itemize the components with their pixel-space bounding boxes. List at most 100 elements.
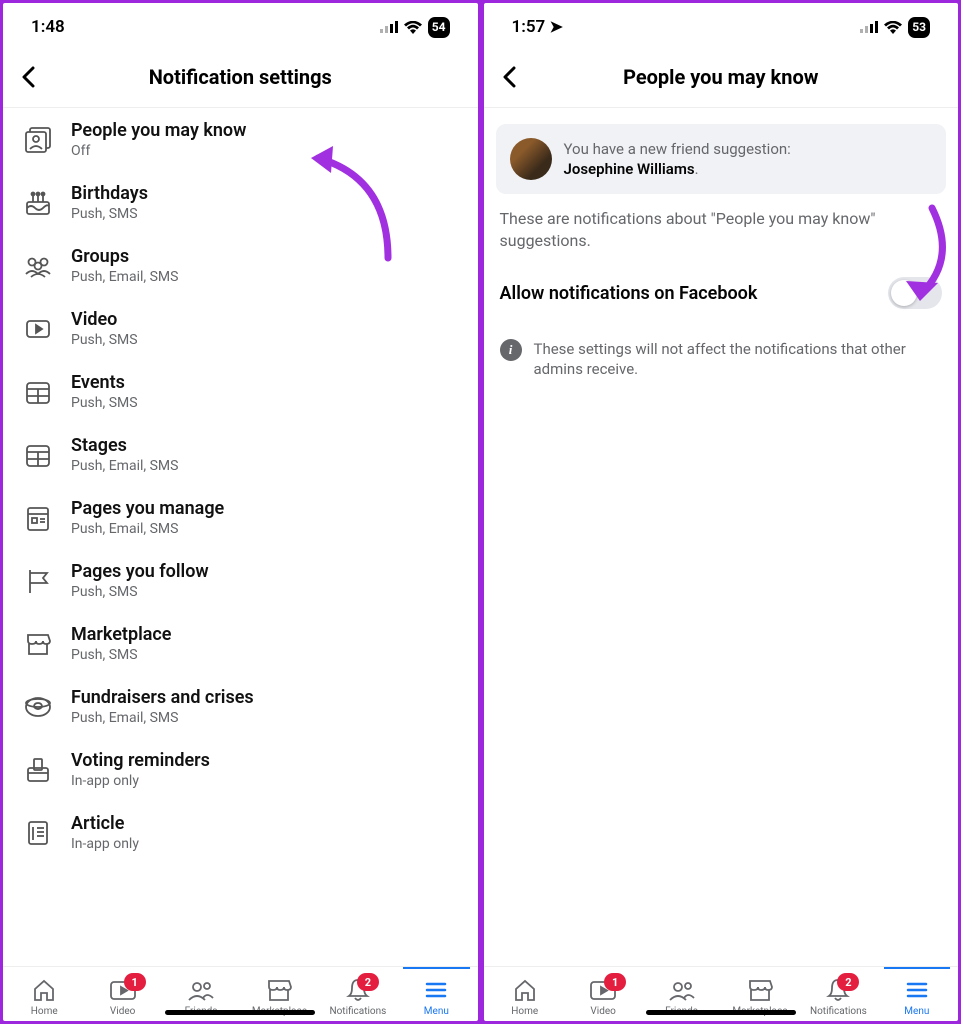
pages-manage-icon bbox=[21, 501, 55, 535]
setting-label: Groups bbox=[71, 246, 178, 267]
pages-follow-icon bbox=[21, 564, 55, 598]
info-text: These settings will not affect the notif… bbox=[534, 339, 943, 380]
setting-subtitle: Push, Email, SMS bbox=[71, 521, 224, 537]
status-bar: 1:48 54 bbox=[3, 3, 478, 47]
setting-label: Fundraisers and crises bbox=[71, 687, 254, 708]
detail-content: You have a new friend suggestion:Josephi… bbox=[484, 108, 959, 966]
suggestion-card: You have a new friend suggestion:Josephi… bbox=[496, 124, 947, 194]
fundraisers-icon bbox=[21, 690, 55, 724]
suggestion-text: You have a new friend suggestion:Josephi… bbox=[564, 139, 791, 180]
setting-subtitle: Push, SMS bbox=[71, 206, 148, 222]
article-icon bbox=[21, 816, 55, 850]
setting-subtitle: Push, Email, SMS bbox=[71, 269, 178, 285]
home-icon bbox=[512, 977, 538, 1003]
info-icon: i bbox=[500, 339, 522, 361]
marketplace-icon bbox=[746, 977, 774, 1003]
events-icon bbox=[21, 375, 55, 409]
right-screenshot: 1:57 ➤ 53 People you may know You have a… bbox=[484, 3, 959, 1021]
description-text: These are notifications about "People yo… bbox=[484, 208, 959, 265]
home-icon bbox=[31, 977, 57, 1003]
back-button[interactable] bbox=[502, 66, 516, 88]
screen-header: People you may know bbox=[484, 47, 959, 108]
nav-label: Home bbox=[511, 1006, 538, 1017]
home-indicator bbox=[165, 1010, 315, 1015]
back-button[interactable] bbox=[21, 66, 35, 88]
allow-notifications-toggle[interactable] bbox=[888, 277, 942, 309]
setting-subtitle: Push, SMS bbox=[71, 395, 138, 411]
header-title: People you may know bbox=[500, 65, 943, 89]
setting-subtitle: Push, SMS bbox=[71, 647, 172, 663]
setting-subtitle: Off bbox=[71, 143, 246, 159]
battery-icon: 53 bbox=[908, 17, 930, 38]
setting-subtitle: In-app only bbox=[71, 773, 210, 789]
setting-fundraisers[interactable]: Fundraisers and crises Push, Email, SMS bbox=[3, 675, 478, 738]
friends-icon bbox=[186, 977, 216, 1003]
setting-label: Voting reminders bbox=[71, 750, 210, 771]
nav-menu[interactable]: Menu bbox=[397, 973, 475, 1017]
groups-icon bbox=[21, 249, 55, 283]
setting-label: Video bbox=[71, 309, 138, 330]
home-indicator bbox=[646, 1010, 796, 1015]
people-card-icon bbox=[21, 123, 55, 157]
stages-icon bbox=[21, 438, 55, 472]
marketplace-icon bbox=[265, 977, 293, 1003]
nav-label: Notifications bbox=[810, 1006, 867, 1017]
voting-icon bbox=[21, 753, 55, 787]
statusbar-time: 1:48 bbox=[31, 17, 65, 37]
nav-home[interactable]: Home bbox=[486, 973, 564, 1017]
toggle-row: Allow notifications on Facebook bbox=[484, 265, 959, 329]
nav-notifications[interactable]: 2 Notifications bbox=[319, 973, 397, 1017]
menu-icon bbox=[904, 977, 930, 1003]
header-title: Notification settings bbox=[19, 65, 462, 89]
marketplace-icon bbox=[21, 627, 55, 661]
notifications-icon: 2 bbox=[825, 977, 851, 1003]
setting-pages-follow[interactable]: Pages you follow Push, SMS bbox=[3, 549, 478, 612]
setting-label: Marketplace bbox=[71, 624, 172, 645]
setting-events[interactable]: Events Push, SMS bbox=[3, 360, 478, 423]
nav-label: Home bbox=[31, 1006, 58, 1017]
setting-article[interactable]: ArticleIn-app only bbox=[3, 801, 478, 864]
nav-menu[interactable]: Menu bbox=[878, 973, 956, 1017]
setting-label: Article bbox=[71, 813, 139, 834]
setting-pages-manage[interactable]: Pages you manage Push, Email, SMS bbox=[3, 486, 478, 549]
wifi-icon bbox=[884, 21, 902, 34]
menu-icon bbox=[423, 977, 449, 1003]
video-icon bbox=[21, 312, 55, 346]
setting-label: Stages bbox=[71, 435, 178, 456]
signal-icon bbox=[860, 21, 878, 33]
battery-icon: 54 bbox=[428, 17, 450, 38]
setting-label: People you may know bbox=[71, 120, 246, 141]
setting-label: Pages you manage bbox=[71, 498, 224, 519]
birthday-icon bbox=[21, 186, 55, 220]
setting-video[interactable]: VideoPush, SMS bbox=[3, 297, 478, 360]
setting-marketplace[interactable]: Marketplace Push, SMS bbox=[3, 612, 478, 675]
setting-groups[interactable]: Groups Push, Email, SMS bbox=[3, 234, 478, 297]
setting-label: Pages you follow bbox=[71, 561, 209, 582]
video-icon: 1 bbox=[588, 977, 618, 1003]
toggle-label: Allow notifications on Facebook bbox=[500, 283, 758, 304]
setting-label: Events bbox=[71, 372, 138, 393]
badge: 2 bbox=[837, 973, 859, 991]
setting-voting[interactable]: Voting reminders In-app only bbox=[3, 738, 478, 801]
setting-stages[interactable]: StagesPush, Email, SMS bbox=[3, 423, 478, 486]
nav-video[interactable]: 1Video bbox=[83, 973, 161, 1017]
settings-list[interactable]: People you may know Off Birthdays Push, SMS… bbox=[3, 108, 478, 966]
nav-notifications[interactable]: 2 Notifications bbox=[799, 973, 877, 1017]
nav-video[interactable]: 1 Video bbox=[564, 973, 642, 1017]
left-screenshot: 1:48 54 Notification settings People you… bbox=[3, 3, 478, 1021]
setting-label: Birthdays bbox=[71, 183, 148, 204]
statusbar-time: 1:57 ➤ bbox=[512, 17, 563, 37]
setting-birthday[interactable]: Birthdays Push, SMS bbox=[3, 171, 478, 234]
badge: 1 bbox=[604, 973, 626, 991]
nav-home[interactable]: Home bbox=[5, 973, 83, 1017]
notifications-icon: 2 bbox=[345, 977, 371, 1003]
friends-icon bbox=[667, 977, 697, 1003]
nav-label: Notifications bbox=[329, 1006, 386, 1017]
nav-label: Video bbox=[110, 1006, 135, 1017]
info-row: i These settings will not affect the not… bbox=[484, 329, 959, 390]
setting-people-card[interactable]: People you may know Off bbox=[3, 108, 478, 171]
avatar bbox=[510, 138, 552, 180]
nav-label: Video bbox=[590, 1006, 615, 1017]
setting-subtitle: Push, SMS bbox=[71, 584, 209, 600]
setting-subtitle: Push, Email, SMS bbox=[71, 710, 254, 726]
